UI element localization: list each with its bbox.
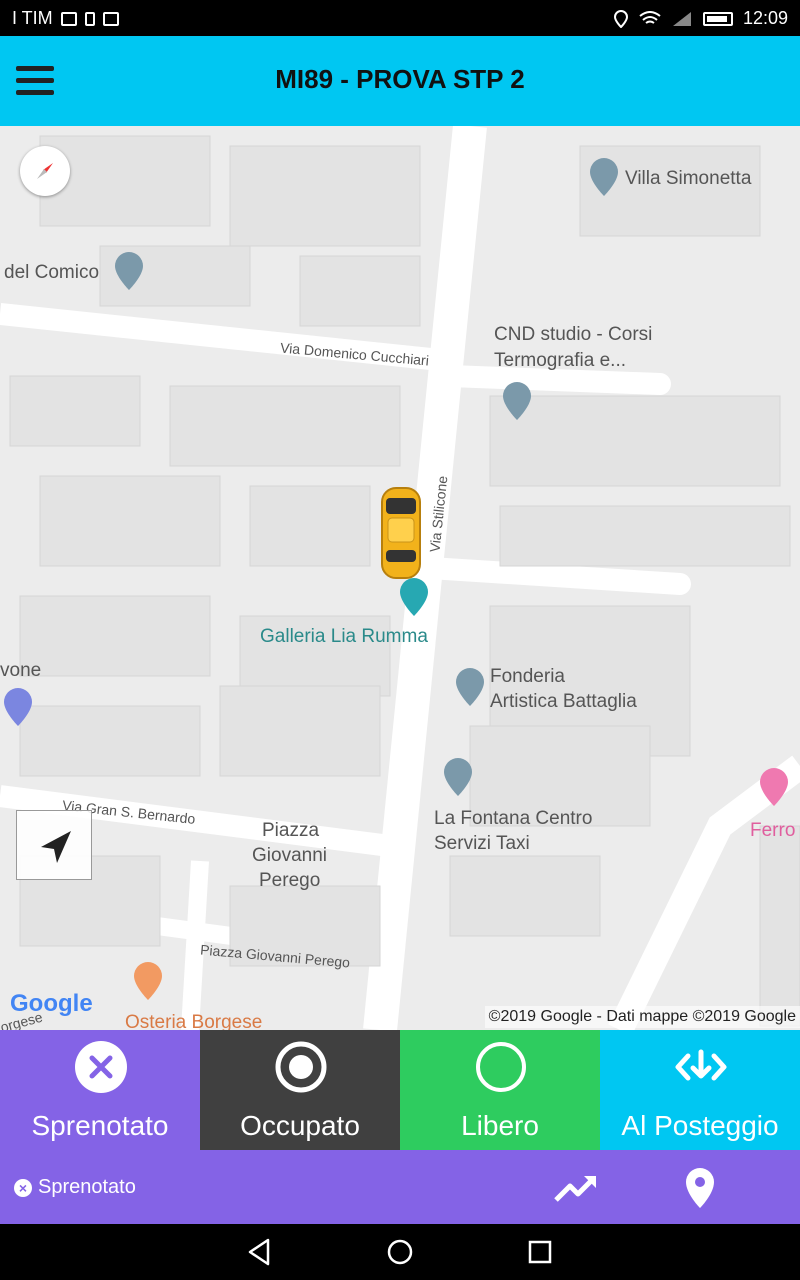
back-icon[interactable] <box>244 1236 276 1268</box>
app-bar: MI89 - PROVA STP 2 <box>0 36 800 126</box>
wifi-icon <box>639 10 661 24</box>
x-circle-icon <box>75 1041 127 1093</box>
current-status: × Sprenotato <box>14 1176 136 1199</box>
poi-label: CND studio - Corsi <box>494 324 653 345</box>
battery-icon <box>702 11 733 26</box>
poi-label: Artistica Battaglia <box>490 691 637 712</box>
x-circle-icon: × <box>14 1178 32 1197</box>
gmail-icon <box>102 11 119 26</box>
button-label: Al Posteggio <box>621 1110 779 1141</box>
mail-icon <box>60 11 77 26</box>
button-label: Sprenotato <box>31 1110 169 1141</box>
sprenotato-button[interactable]: Sprenotato <box>0 1030 200 1150</box>
signal-icon <box>672 11 691 26</box>
libero-button[interactable]: Libero <box>400 1030 600 1150</box>
alert-icon <box>84 11 95 26</box>
poi-label: Ferro <box>750 820 796 841</box>
system-nav-bar <box>0 1224 800 1280</box>
current-status-label: Sprenotato <box>38 1176 136 1198</box>
compass-icon[interactable] <box>20 146 70 196</box>
poi-label: Fonderia <box>490 666 565 687</box>
arrows-down-icon <box>675 1049 727 1081</box>
taxi-marker[interactable] <box>381 487 421 579</box>
action-bar: Sprenotato Occupato Libero Al Posteggio <box>0 1030 800 1150</box>
poi-label: Termografia e... <box>494 350 626 371</box>
status-info-bar: × Sprenotato <box>0 1150 800 1224</box>
poi-label: Servizi Taxi <box>434 833 530 854</box>
map-pin-icon[interactable] <box>680 1166 720 1210</box>
poi-label: del Comico <box>4 262 100 283</box>
navigation-arrow-icon <box>41 831 71 863</box>
map-view[interactable]: Villa Simonetta del Comico CND studio - … <box>0 126 800 1030</box>
recents-icon[interactable] <box>524 1236 556 1268</box>
poi-label: La Fontana Centro <box>434 808 593 829</box>
occupato-button[interactable]: Occupato <box>200 1030 400 1150</box>
poi-label: Piazza <box>262 820 320 841</box>
poi-label: vone <box>0 660 42 681</box>
poi-label: Perego <box>259 870 321 891</box>
button-label: Occupato <box>240 1110 360 1141</box>
al-posteggio-button[interactable]: Al Posteggio <box>600 1030 800 1150</box>
my-location-button[interactable] <box>16 810 92 880</box>
location-icon <box>613 9 628 28</box>
carrier-name: I TIM <box>12 8 53 28</box>
map-copyright: ©2019 Google - Dati mappe ©2019 Google <box>484 1006 800 1028</box>
map-canvas <box>0 126 800 1030</box>
poi-label: Galleria Lia Rumma <box>260 626 428 647</box>
google-logo: Google <box>10 990 93 1017</box>
status-bar: I TIM 12:09 <box>0 0 800 36</box>
button-label: Libero <box>461 1110 539 1141</box>
poi-label: Villa Simonetta <box>625 168 752 189</box>
record-icon <box>275 1041 327 1093</box>
clock: 12:09 <box>742 8 788 28</box>
poi-label: Giovanni <box>252 845 327 866</box>
circle-icon <box>476 1042 526 1092</box>
trending-up-icon[interactable] <box>552 1170 602 1206</box>
page-title: MI89 - PROVA STP 2 <box>275 64 525 94</box>
poi-label: Osteria Borgese <box>125 1012 263 1030</box>
home-icon[interactable] <box>384 1236 416 1268</box>
